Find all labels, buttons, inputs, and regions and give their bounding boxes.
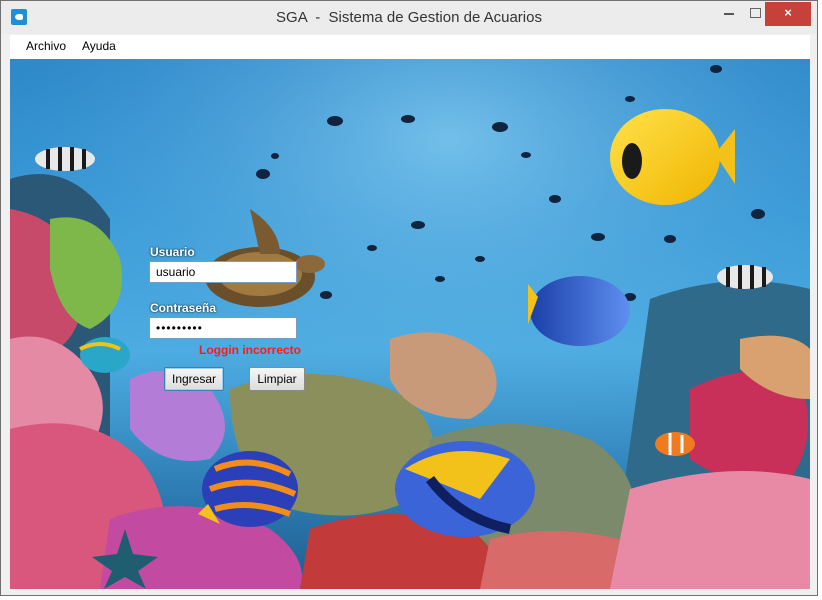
app-window: SGA - Sistema de Gestion de Acuarios × A… (0, 0, 818, 596)
window-title: SGA - Sistema de Gestion de Acuarios (276, 9, 542, 26)
username-field[interactable]: usuario (149, 261, 297, 283)
close-button[interactable]: × (765, 2, 811, 26)
clear-button[interactable]: Limpiar (249, 367, 305, 391)
menu-bar: Archivo Ayuda (10, 35, 810, 60)
password-label: Contraseña (150, 301, 217, 315)
menu-archivo[interactable]: Archivo (26, 39, 66, 53)
login-panel: Usuario usuario Contraseña ••••••••• Log… (10, 59, 810, 589)
login-error-message: Loggin incorrecto (199, 343, 301, 357)
username-label: Usuario (150, 245, 195, 259)
title-bar[interactable]: SGA - Sistema de Gestion de Acuarios × (1, 1, 817, 34)
minimize-button[interactable] (715, 2, 743, 26)
maximize-icon (750, 8, 761, 18)
close-icon: × (784, 5, 792, 20)
aquarium-background-image (10, 59, 810, 589)
minimize-icon (724, 13, 734, 15)
password-field[interactable]: ••••••••• (149, 317, 297, 339)
menu-ayuda[interactable]: Ayuda (82, 39, 116, 53)
login-button[interactable]: Ingresar (164, 367, 224, 391)
